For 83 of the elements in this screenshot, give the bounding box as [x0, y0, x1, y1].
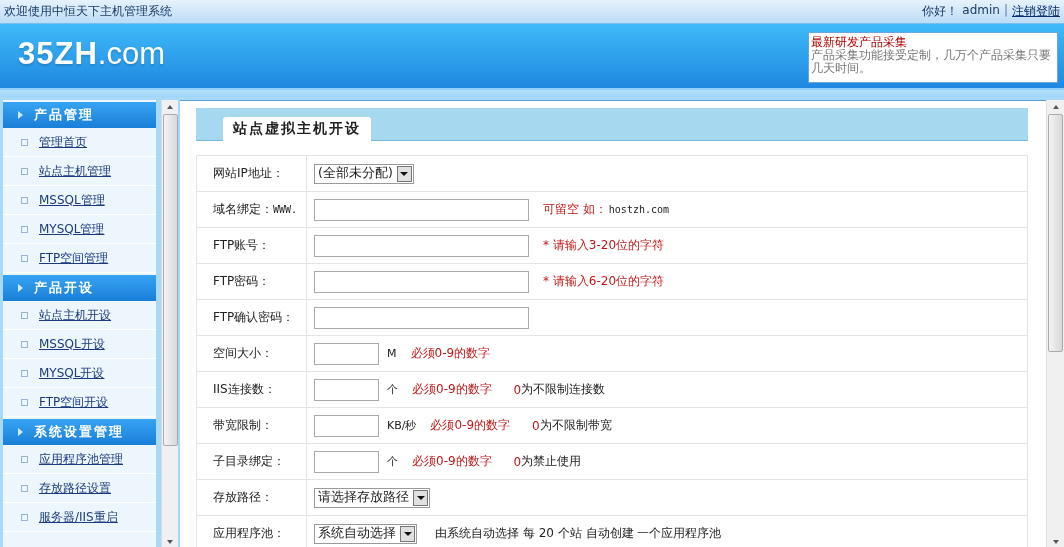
username: admin [962, 3, 1000, 19]
bullet-icon [21, 225, 28, 233]
hint-text: 可留空 如： [543, 201, 607, 218]
section-title: 产品开设 [34, 279, 94, 297]
input-field[interactable] [314, 414, 379, 437]
hint-text: 必须0-9的数字 [412, 381, 492, 398]
hint-text: * 请输入3-20位的字符 [543, 237, 665, 254]
sidebar-link[interactable]: MYSQL开设 [39, 364, 105, 382]
sidebar-link[interactable]: 站点主机管理 [39, 162, 111, 180]
panel-tab[interactable]: 站点虚拟主机开设 [223, 117, 371, 141]
field-label: 带宽限制： [213, 417, 273, 434]
sidebar-link[interactable]: 应用程序池管理 [39, 450, 123, 468]
bullet-icon [21, 455, 28, 463]
field-label: 网站IP地址： [213, 165, 284, 182]
logo: 35ZH.com [18, 36, 165, 72]
bullet-icon [21, 254, 28, 262]
sidebar-link[interactable]: MSSQL开设 [39, 335, 105, 353]
bullet-icon [21, 513, 28, 521]
sidebar-link[interactable]: MSSQL管理 [39, 191, 105, 209]
prefix-text: WWW. [273, 204, 298, 215]
field-label: IIS连接数： [213, 381, 276, 398]
section-title: 产品管理 [34, 106, 94, 124]
field-label: FTP确认密码： [213, 309, 295, 326]
dropdown[interactable]: 请选择存放路径 [314, 487, 430, 508]
input-field[interactable] [314, 342, 379, 365]
hint-text: 0 [513, 454, 522, 469]
bullet-icon [21, 340, 28, 348]
bullet-icon [21, 369, 28, 377]
sidebar-link[interactable]: FTP空间开设 [39, 393, 109, 411]
separator: | [1003, 3, 1008, 19]
notice-title: 最新研发产品采集 [811, 35, 907, 49]
hint-text: 必须0-9的数字 [412, 453, 492, 470]
logout-link[interactable]: 注销登陆 [1012, 3, 1060, 20]
field-label: FTP账号： [213, 237, 271, 254]
bullet-icon [21, 311, 28, 319]
field-label: 域名绑定： [213, 201, 273, 218]
hint-text: 由系统自动选择 每 20 个站 自动创建 一个应用程序池 [435, 525, 722, 542]
input-field[interactable] [314, 378, 379, 401]
hint-text: 0 [532, 418, 540, 433]
input-field[interactable] [314, 450, 379, 473]
hint-text: 为禁止使用 [521, 453, 582, 470]
welcome-text: 欢迎使用中恒天下主机管理系统 [4, 3, 172, 20]
sidebar-link[interactable]: 管理首页 [39, 133, 87, 151]
unit-text: 个 [387, 454, 398, 469]
notice-text: 产品采集功能接受定制，几万个产品采集只要几天时间。 [811, 48, 1052, 75]
sidebar-link[interactable]: 服务器/IIS重启 [39, 508, 118, 526]
field-label: 存放路径： [213, 489, 273, 506]
bullet-icon [21, 138, 28, 146]
sidebar-link[interactable]: 存放路径设置 [39, 479, 111, 497]
bullet-icon [21, 196, 28, 204]
field-label: FTP密码： [213, 273, 271, 290]
hint-text: * 请输入6-20位的字符 [543, 273, 665, 290]
unit-text: KB/秒 [387, 418, 417, 433]
hint-text: hostzh.com [608, 204, 670, 215]
sidebar-link[interactable]: 站点主机开设 [39, 306, 111, 324]
bullet-icon [21, 398, 28, 406]
input-field[interactable] [314, 234, 529, 257]
greeting-text: 你好！ [922, 3, 959, 20]
input-field[interactable] [314, 198, 529, 221]
hint-text: 必须0-9的数字 [430, 417, 511, 434]
dropdown[interactable]: 系统自动选择 [314, 523, 417, 544]
unit-text: M [387, 347, 397, 360]
input-field[interactable] [314, 306, 529, 329]
field-label: 空间大小： [213, 345, 273, 362]
triangle-icon [18, 111, 23, 119]
dropdown[interactable]: (全部未分配) [314, 163, 414, 184]
field-label: 应用程序池： [213, 525, 285, 542]
bullet-icon [21, 484, 28, 492]
sidebar-link[interactable]: FTP空间管理 [39, 249, 109, 267]
scrollbar[interactable] [161, 100, 178, 547]
scrollbar[interactable] [1046, 100, 1064, 547]
sidebar-link[interactable]: MYSQL管理 [39, 220, 105, 238]
section-title: 系统设置管理 [34, 423, 124, 441]
hint-text: 必须0-9的数字 [410, 345, 491, 362]
bullet-icon [21, 167, 28, 175]
triangle-icon [18, 428, 23, 436]
hint-text: 为不限制连接数 [521, 381, 606, 398]
field-label: 子目录绑定： [213, 453, 285, 470]
triangle-icon [18, 284, 23, 292]
input-field[interactable] [314, 270, 529, 293]
hint-text: 为不限制带宽 [539, 417, 612, 434]
unit-text: 个 [387, 382, 398, 397]
hint-text: 0 [513, 382, 522, 397]
